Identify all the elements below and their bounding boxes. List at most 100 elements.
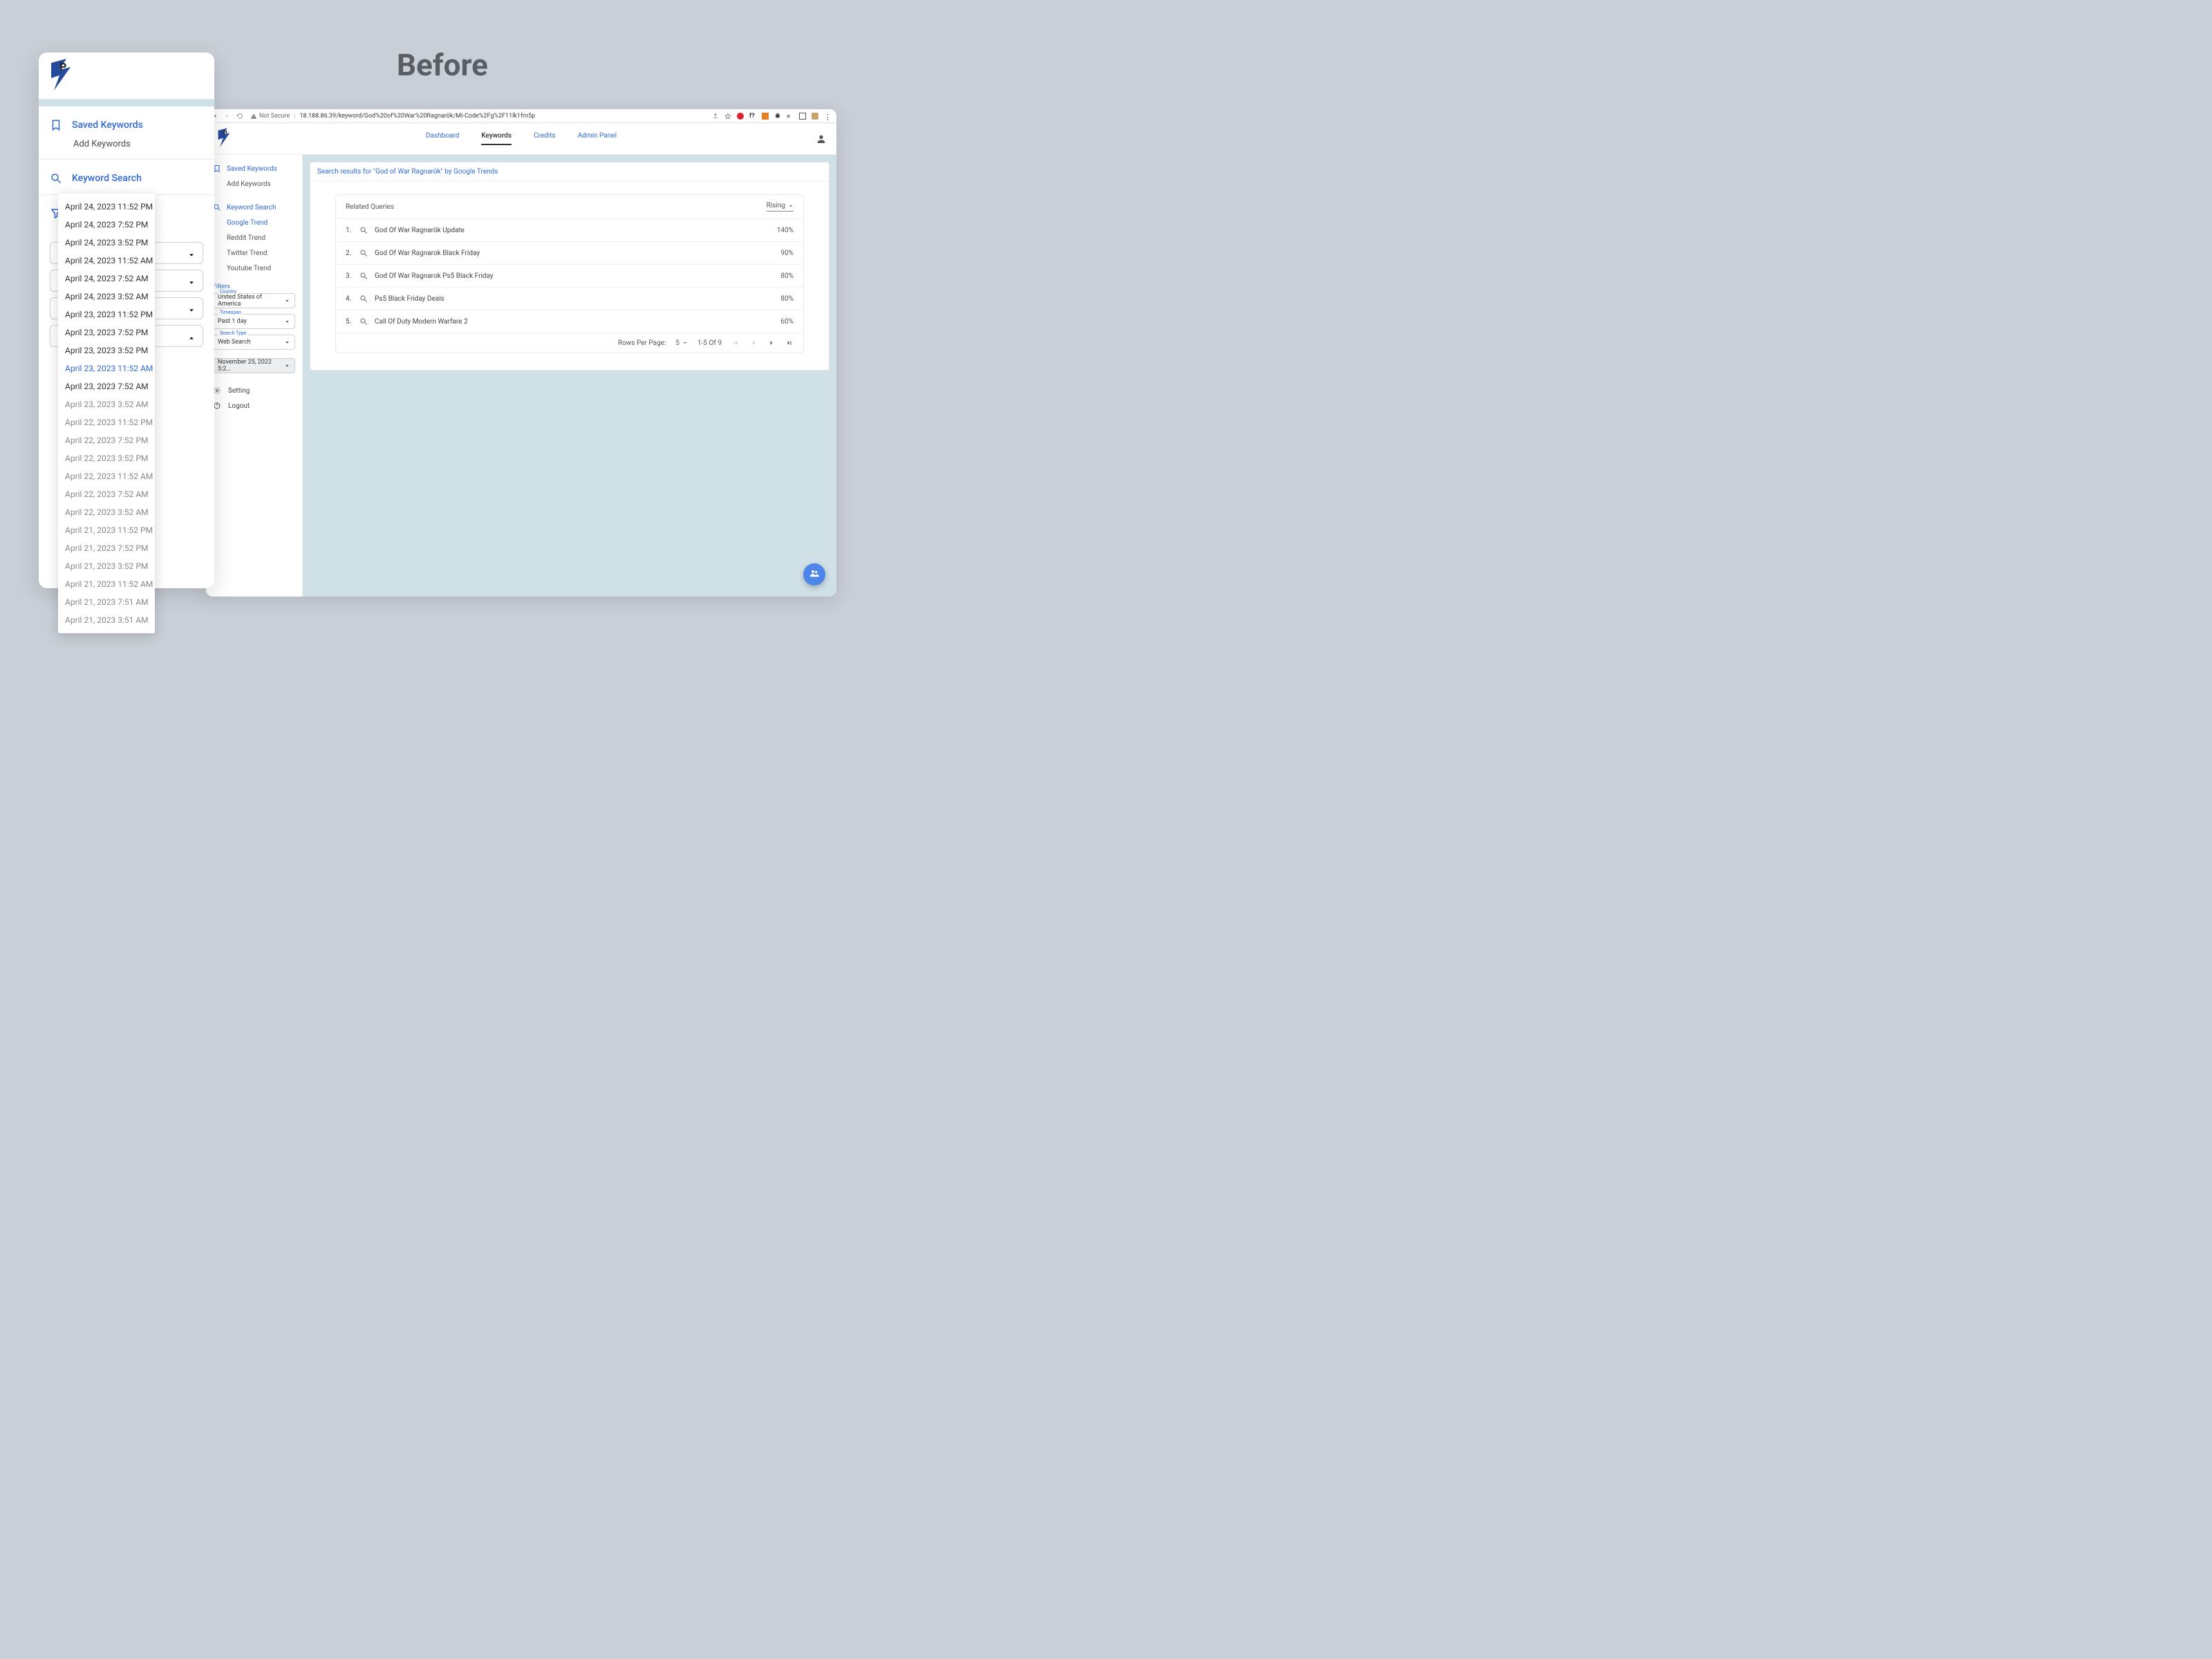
reload-icon[interactable] — [236, 113, 243, 120]
ext-dark3-icon[interactable]: ≡ — [787, 113, 794, 120]
left-saved-keywords[interactable]: Saved Keywords — [50, 115, 203, 135]
timespan-value: Past 1 day — [218, 318, 247, 325]
ext-red-icon[interactable] — [737, 113, 744, 120]
row-index: 3. — [346, 272, 359, 280]
country-value: United States of America — [218, 294, 284, 308]
chevron-down-icon — [284, 298, 290, 304]
logo-letter: P — [59, 60, 66, 73]
bookmark-icon — [50, 119, 62, 131]
sb-add-keywords[interactable]: Add Keywords — [213, 177, 295, 192]
pager-first-icon[interactable] — [731, 339, 740, 347]
query-row[interactable]: 1.God Of War Ragnarök Update140% — [336, 219, 803, 242]
pager-last-icon[interactable] — [785, 339, 794, 347]
account-icon[interactable] — [816, 133, 827, 144]
datetime-option[interactable]: April 22, 2023 11:52 AM — [58, 467, 155, 485]
rows-per-page-select[interactable]: 5 — [675, 339, 688, 347]
not-secure-badge[interactable]: Not Secure — [250, 113, 290, 120]
forward-icon[interactable] — [224, 113, 231, 120]
datetime-menu: April 24, 2023 11:52 PMApril 24, 2023 7:… — [58, 194, 155, 633]
chevron-down-icon — [284, 339, 290, 346]
query-row[interactable]: 3.God Of War Ragnarok Ps5 Black Friday80… — [336, 265, 803, 288]
left-keyword-search[interactable]: Keyword Search — [50, 168, 203, 189]
sb-keyword-search[interactable]: Keyword Search — [213, 199, 295, 216]
datetime-option[interactable]: April 21, 2023 3:51 AM — [58, 611, 155, 629]
datetime-option[interactable]: April 21, 2023 11:52 PM — [58, 521, 155, 539]
country-select[interactable]: Country United States of America — [213, 293, 295, 308]
datetime-option[interactable]: April 23, 2023 11:52 PM — [58, 306, 155, 324]
source-item[interactable]: Reddit Trend — [213, 231, 295, 246]
datetime-option[interactable]: April 21, 2023 11:52 AM — [58, 575, 155, 593]
datetime-option[interactable]: April 24, 2023 11:52 PM — [58, 198, 155, 216]
url-text[interactable]: 18.188.86.39/keyword/God%20of%20War%20Ra… — [299, 113, 535, 120]
datetime-option[interactable]: April 23, 2023 3:52 AM — [58, 395, 155, 413]
datetime-option[interactable]: April 21, 2023 7:51 AM — [58, 593, 155, 611]
sb-saved-keywords-label: Saved Keywords — [227, 165, 277, 173]
sb-logout[interactable]: Logout — [213, 398, 295, 413]
chevron-down-icon — [682, 340, 688, 346]
star-icon[interactable] — [724, 113, 731, 120]
timespan-select[interactable]: Timespan Past 1 day — [213, 314, 295, 329]
datetime-option[interactable]: April 22, 2023 7:52 PM — [58, 431, 155, 449]
tab-keywords[interactable]: Keywords — [481, 132, 512, 145]
pager-prev-icon[interactable] — [749, 339, 758, 347]
searchtype-value: Web Search — [218, 339, 251, 346]
query-pct: 140% — [777, 227, 794, 234]
chevron-down-icon — [284, 363, 290, 369]
datetime-option[interactable]: April 21, 2023 3:52 PM — [58, 557, 155, 575]
left-add-keywords[interactable]: Add Keywords — [50, 135, 203, 153]
datetime-select[interactable]: November 25, 2022 5:2... — [213, 358, 295, 373]
tab-admin[interactable]: Admin Panel — [578, 132, 617, 145]
rows-per-page-value: 5 — [675, 339, 679, 347]
puzzle-icon[interactable] — [774, 113, 781, 120]
ext-box-icon[interactable] — [799, 113, 806, 120]
datetime-option[interactable]: April 24, 2023 3:52 AM — [58, 288, 155, 306]
row-index: 1. — [346, 227, 359, 234]
source-item[interactable]: Youtube Trend — [213, 261, 295, 276]
pager-next-icon[interactable] — [767, 339, 776, 347]
source-item[interactable]: Twitter Trend — [213, 246, 295, 261]
sb-saved-keywords[interactable]: Saved Keywords — [213, 160, 295, 177]
source-item[interactable]: Google Trend — [213, 216, 295, 231]
datetime-option[interactable]: April 23, 2023 3:52 PM — [58, 341, 155, 359]
rising-select[interactable]: Rising — [767, 202, 794, 212]
search-icon — [359, 317, 368, 326]
datetime-option[interactable]: April 23, 2023 11:52 AM — [58, 359, 155, 377]
chevron-up-icon — [187, 332, 196, 340]
datetime-option[interactable]: April 22, 2023 7:52 AM — [58, 485, 155, 503]
searchtype-select[interactable]: Search Type Web Search — [213, 335, 295, 350]
logo-row: P — [39, 53, 214, 100]
pager-showing: 1-5 Of 9 — [697, 339, 722, 347]
panel-header: Search results for "God of War Ragnarök"… — [310, 162, 829, 182]
ext-orange-icon[interactable] — [762, 113, 769, 120]
datetime-option[interactable]: April 24, 2023 3:52 PM — [58, 234, 155, 252]
tab-credits[interactable]: Credits — [534, 132, 556, 145]
datetime-option[interactable]: April 23, 2023 7:52 PM — [58, 324, 155, 341]
datetime-option[interactable]: April 24, 2023 7:52 PM — [58, 216, 155, 234]
datetime-option[interactable]: April 24, 2023 11:52 AM — [58, 252, 155, 270]
query-row[interactable]: 4.Ps5 Black Friday Deals80% — [336, 288, 803, 310]
tab-dashboard[interactable]: Dashboard — [426, 132, 459, 145]
search-icon — [359, 226, 368, 234]
menu-dots-icon[interactable]: ⋮ — [824, 113, 831, 120]
datetime-option[interactable]: April 22, 2023 3:52 AM — [58, 503, 155, 521]
left-keyword-search-label: Keyword Search — [72, 173, 142, 184]
page-heading: Before — [397, 47, 488, 83]
query-pct: 80% — [780, 295, 794, 303]
sb-setting[interactable]: Setting — [213, 383, 295, 398]
ext-dark1-icon[interactable]: f? — [749, 113, 756, 120]
avatar-icon[interactable] — [812, 113, 818, 120]
query-pct: 90% — [780, 250, 794, 257]
chevron-down-icon — [284, 319, 290, 325]
chevron-down-icon — [187, 304, 196, 312]
datetime-option[interactable]: April 23, 2023 7:52 AM — [58, 377, 155, 395]
query-row[interactable]: 5.Call Of Duty Modern Warfare 260% — [336, 310, 803, 332]
search-icon — [359, 272, 368, 280]
datetime-option[interactable]: April 22, 2023 3:52 PM — [58, 449, 155, 467]
datetime-option[interactable]: April 21, 2023 7:52 PM — [58, 539, 155, 557]
upload-icon[interactable] — [712, 113, 719, 120]
datetime-option[interactable]: April 22, 2023 11:52 PM — [58, 413, 155, 431]
datetime-option[interactable]: April 24, 2023 7:52 AM — [58, 270, 155, 288]
sb-keyword-search-label: Keyword Search — [227, 204, 276, 212]
fab-button[interactable] — [803, 563, 825, 585]
query-row[interactable]: 2.God Of War Ragnarok Black Friday90% — [336, 242, 803, 265]
